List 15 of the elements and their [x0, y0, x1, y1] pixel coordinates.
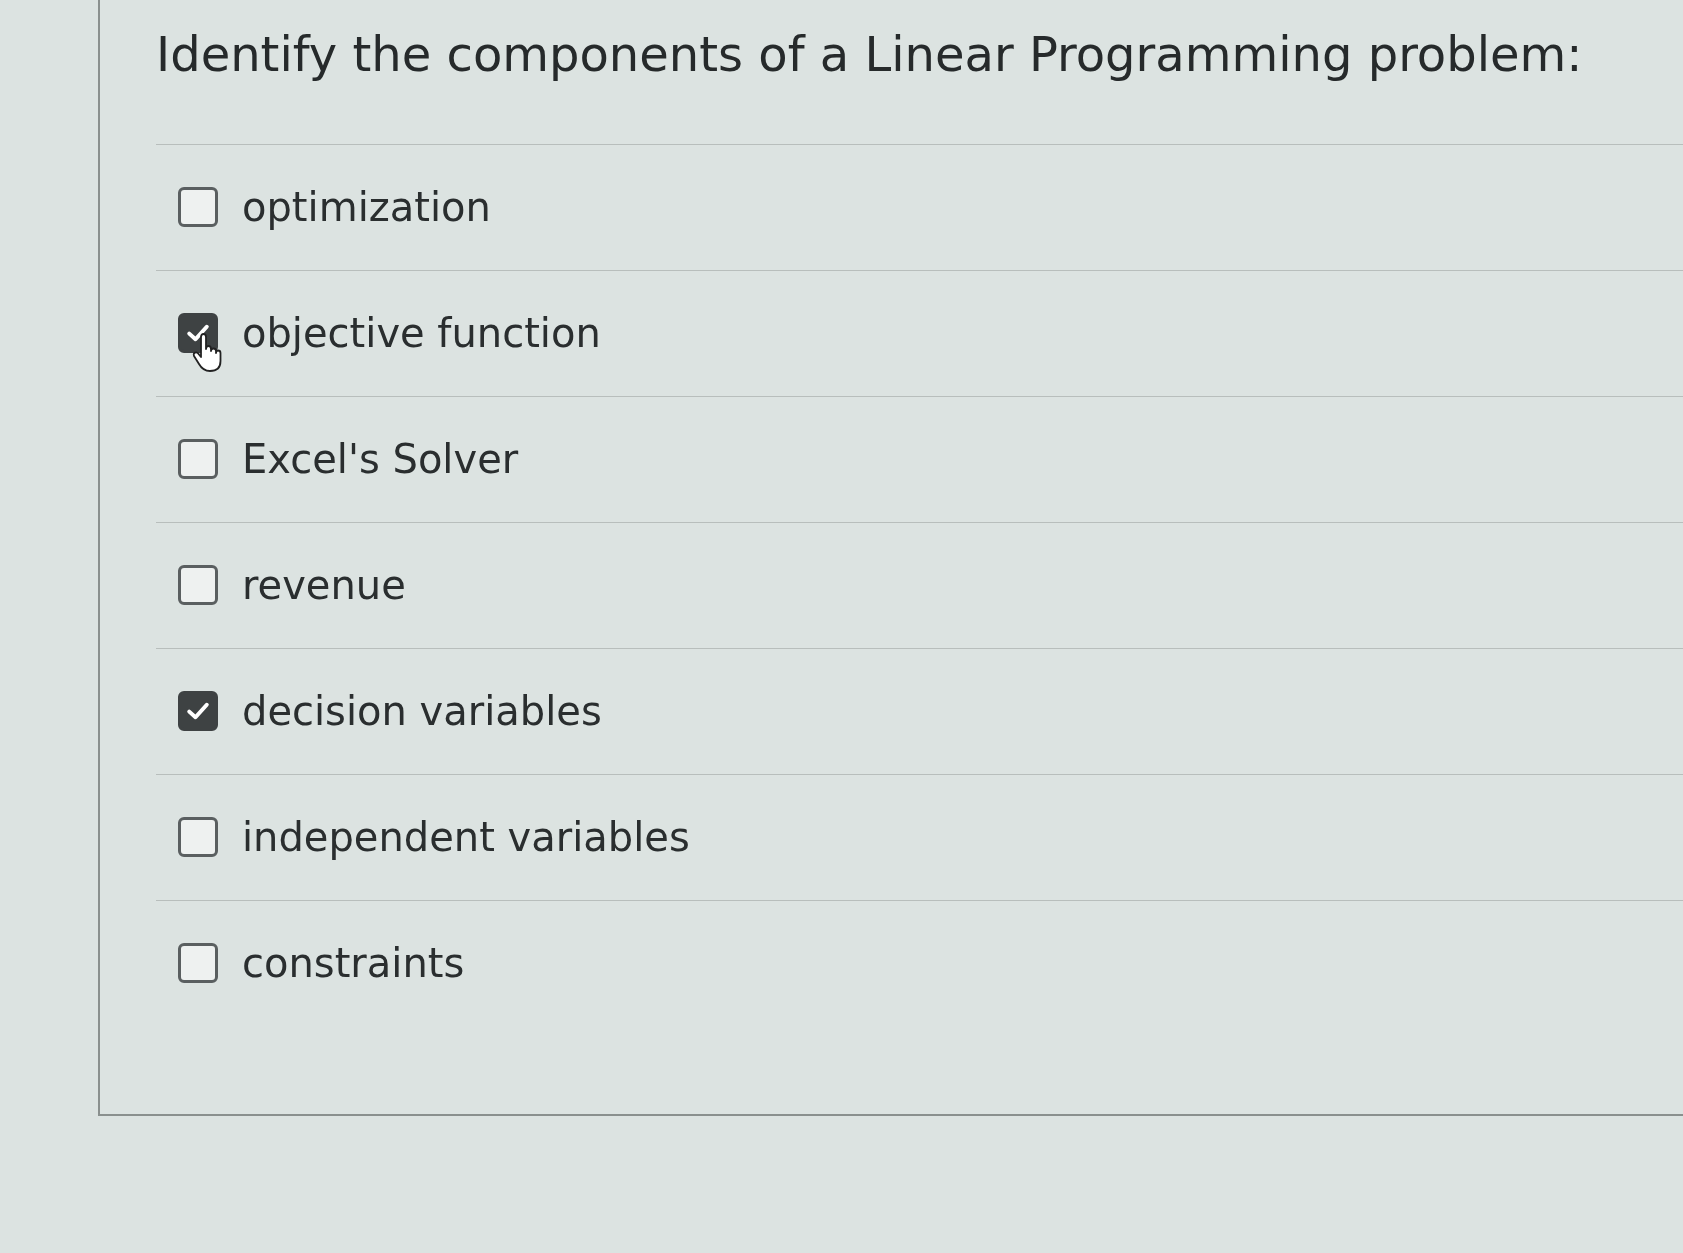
option-label: objective function	[242, 310, 601, 357]
option-label: revenue	[242, 562, 406, 609]
question-prompt: Identify the components of a Linear Programming problem:	[156, 26, 1584, 84]
option-label: constraints	[242, 940, 465, 987]
option-label: decision variables	[242, 688, 602, 735]
option-label: Excel's Solver	[242, 436, 519, 483]
checkbox[interactable]	[178, 565, 218, 606]
checkbox[interactable]	[178, 943, 218, 984]
hand-cursor-icon	[192, 332, 222, 373]
checkbox[interactable]	[178, 691, 218, 732]
checkbox[interactable]	[178, 187, 218, 228]
option-label: optimization	[242, 184, 491, 231]
checkbox[interactable]	[178, 817, 218, 858]
checkbox[interactable]	[178, 439, 218, 480]
option-label: independent variables	[242, 814, 690, 861]
